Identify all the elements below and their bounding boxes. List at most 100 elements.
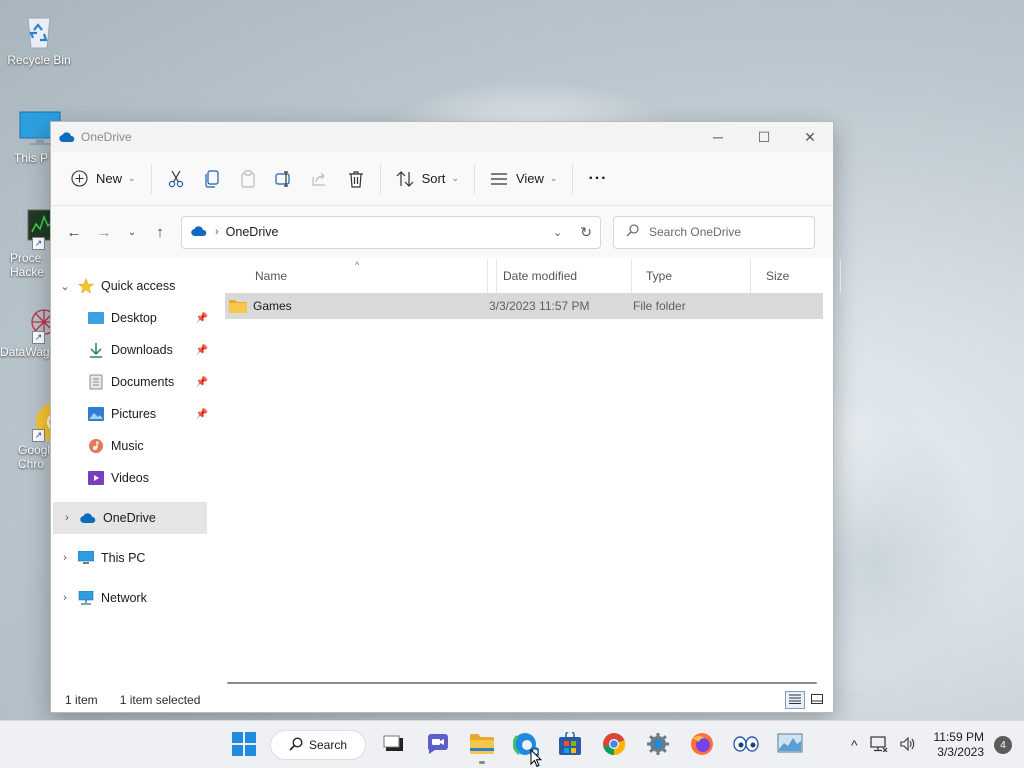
settings-button[interactable] [638, 725, 678, 765]
file-explorer-taskbar-button[interactable] [462, 725, 502, 765]
tiles-view-icon [811, 693, 823, 707]
table-row[interactable]: Games 3/3/2023 11:57 PM File folder [225, 293, 823, 319]
plus-circle-icon [70, 170, 88, 188]
breadcrumb-onedrive[interactable]: OneDrive [226, 225, 279, 239]
up-button[interactable]: ↑ [145, 217, 175, 247]
close-button[interactable]: ✕ [787, 122, 833, 152]
nav-label: OneDrive [103, 511, 156, 525]
nav-label: Desktop [111, 311, 157, 325]
arrow-right-icon: → [96, 223, 112, 241]
nav-desktop[interactable]: Desktop 📌 [51, 302, 211, 334]
chrome-icon [602, 732, 626, 759]
microsoft-store-button[interactable] [550, 725, 590, 765]
nav-label: Videos [111, 471, 149, 485]
windows-logo-icon [232, 731, 256, 759]
nav-network[interactable]: › Network [51, 582, 211, 614]
rename-button[interactable] [266, 162, 302, 196]
nav-onedrive[interactable]: › OneDrive [53, 502, 207, 534]
forward-button[interactable]: → [89, 217, 119, 247]
nav-pictures[interactable]: Pictures 📌 [51, 398, 211, 430]
sort-button[interactable]: Sort ⌄ [387, 162, 468, 196]
chrome-button[interactable] [594, 725, 634, 765]
star-icon [77, 278, 95, 294]
document-icon [87, 374, 105, 390]
column-header-name[interactable]: Name [239, 259, 497, 293]
desktop-icon-label: Recycle Bin [7, 53, 71, 67]
pin-icon: 📌 [195, 312, 208, 324]
start-button[interactable] [224, 725, 264, 765]
chevron-right-icon[interactable]: › [53, 552, 77, 564]
chevron-right-icon: › [215, 226, 219, 238]
list-view-icon [490, 170, 508, 188]
nav-label: Music [111, 439, 144, 453]
nav-documents[interactable]: Documents 📌 [51, 366, 211, 398]
more-options-button[interactable]: ··· [579, 162, 616, 196]
details-view-toggle[interactable] [785, 691, 805, 709]
shortcut-arrow-icon: ↗ [32, 429, 45, 442]
share-button[interactable] [302, 162, 338, 196]
music-icon [87, 438, 105, 454]
search-icon [626, 224, 639, 240]
teams-chat-button[interactable] [418, 725, 458, 765]
nav-this-pc[interactable]: › This PC [51, 542, 211, 574]
clock-time: 11:59 PM [933, 730, 984, 744]
chevron-down-icon: ⌄ [127, 226, 137, 238]
maximize-button[interactable]: ☐ [741, 122, 787, 152]
task-view-button[interactable] [374, 725, 414, 765]
magnifier-app-button[interactable] [726, 725, 766, 765]
nav-downloads[interactable]: Downloads 📌 [51, 334, 211, 366]
notification-badge[interactable]: 4 [994, 736, 1012, 754]
address-bar[interactable]: › OneDrive ⌄ ↻ [181, 215, 601, 249]
volume-icon[interactable] [899, 736, 916, 754]
rename-icon [274, 170, 293, 188]
back-button[interactable]: ← [59, 217, 89, 247]
task-view-icon [383, 735, 405, 756]
search-input[interactable]: Search OneDrive [613, 215, 815, 249]
recent-locations-button[interactable]: ⌄ [119, 217, 145, 247]
address-dropdown-chevron-icon[interactable]: ⌄ [553, 226, 562, 239]
copy-button[interactable] [194, 162, 230, 196]
chevron-right-icon[interactable]: › [55, 512, 79, 524]
pin-icon: 📌 [195, 376, 208, 388]
clock[interactable]: 11:59 PM 3/3/2023 [934, 730, 984, 760]
delete-button[interactable] [338, 162, 374, 196]
taskbar: Search ^ 11:59 PM 3/3/2023 4 [0, 720, 1024, 768]
chevron-right-icon[interactable]: › [53, 592, 77, 604]
chat-icon [426, 733, 450, 758]
onedrive-cloud-icon [79, 510, 97, 526]
chevron-down-icon[interactable]: ⌄ [53, 280, 77, 293]
horizontal-scrollbar[interactable] [227, 682, 817, 684]
network-status-icon[interactable] [869, 735, 888, 755]
arrow-left-icon: ← [66, 223, 82, 241]
pictures-icon [87, 406, 105, 422]
taskbar-search-label: Search [309, 738, 348, 752]
paste-button[interactable] [230, 162, 266, 196]
details-view-icon [789, 693, 801, 707]
nav-quick-access[interactable]: ⌄ Quick access [51, 270, 211, 302]
minimize-button[interactable]: ─ [695, 122, 741, 152]
pin-icon: 📌 [195, 408, 208, 420]
clock-date: 3/3/2023 [937, 745, 984, 759]
title-bar[interactable]: OneDrive ─ ☐ ✕ [51, 122, 833, 152]
chart-monitor-icon [777, 733, 803, 758]
nav-music[interactable]: Music [51, 430, 211, 462]
cut-button[interactable] [158, 162, 194, 196]
new-button[interactable]: New ⌄ [61, 162, 145, 196]
nav-label: Quick access [101, 279, 176, 293]
nav-videos[interactable]: Videos [51, 462, 211, 494]
column-header-size[interactable]: Size [751, 259, 841, 293]
view-button[interactable]: View ⌄ [481, 162, 567, 196]
large-icons-view-toggle[interactable] [807, 691, 827, 709]
performance-monitor-button[interactable] [770, 725, 810, 765]
file-explorer-window: OneDrive ─ ☐ ✕ New ⌄ Sort ⌄ View ⌄ ··· ←… [50, 121, 841, 713]
firefox-button[interactable] [682, 725, 722, 765]
eyes-icon [733, 735, 759, 756]
show-hidden-icons-chevron-icon[interactable]: ^ [851, 737, 858, 753]
mouse-cursor-icon [530, 748, 543, 768]
refresh-icon[interactable]: ↻ [580, 224, 592, 241]
taskbar-search-button[interactable]: Search [270, 730, 366, 760]
desktop-icon-recycle-bin[interactable]: Recycle Bin [1, 10, 77, 67]
status-bar: 1 item 1 item selected [51, 688, 833, 712]
column-header-type[interactable]: Type [631, 259, 751, 293]
column-header-date-modified[interactable]: Date modified [487, 259, 632, 293]
